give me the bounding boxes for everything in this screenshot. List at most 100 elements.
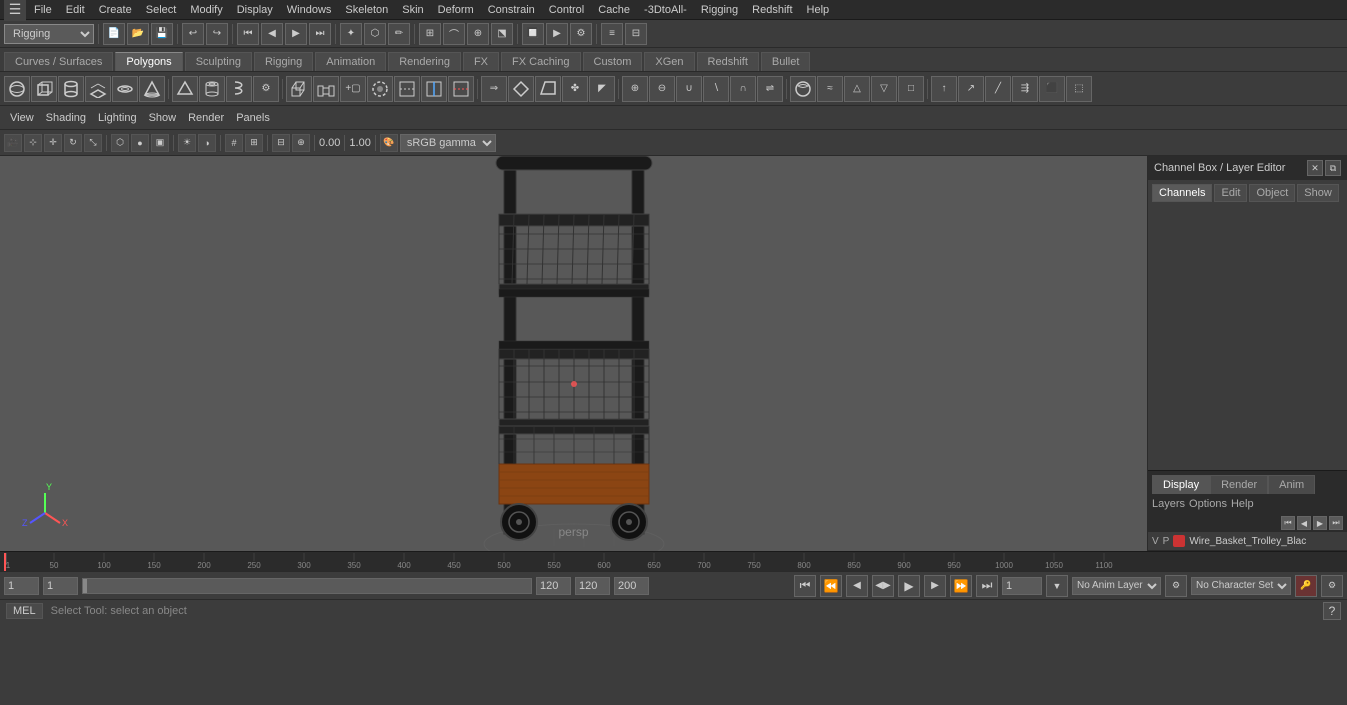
menu-create[interactable]: Create xyxy=(93,2,138,18)
vp-rotate-icon[interactable]: ↻ xyxy=(64,134,82,152)
combine-icon[interactable]: ⊕ xyxy=(622,76,648,102)
anim-prefs-icon[interactable]: ⚙ xyxy=(1321,575,1343,597)
bridge-icon[interactable] xyxy=(313,76,339,102)
poly-helix-icon[interactable] xyxy=(226,76,252,102)
3d-viewport[interactable]: Y X Z persp xyxy=(0,156,1147,551)
render-settings-icon[interactable]: ⚙ xyxy=(570,23,592,45)
rp-close-icon[interactable]: ✕ xyxy=(1307,160,1323,176)
layer-p[interactable]: P xyxy=(1163,536,1170,547)
rp-tab-edit[interactable]: Edit xyxy=(1214,184,1247,202)
poly-torus-icon[interactable] xyxy=(112,76,138,102)
rp-tab-channels[interactable]: Channels xyxy=(1152,184,1212,202)
vp-menu-panels[interactable]: Panels xyxy=(230,110,276,126)
extrude-icon[interactable] xyxy=(286,76,312,102)
layer-scroll-last[interactable]: ⏭ xyxy=(1329,516,1343,530)
layer-v[interactable]: V xyxy=(1152,536,1159,547)
vp-menu-view[interactable]: View xyxy=(4,110,40,126)
offset-icon[interactable]: ⬚ xyxy=(1066,76,1092,102)
range-end-input[interactable] xyxy=(575,577,610,595)
tab-rigging[interactable]: Rigging xyxy=(254,52,313,71)
poly-gear-icon[interactable]: ⚙ xyxy=(253,76,279,102)
char-set-select[interactable]: No Character Set xyxy=(1191,577,1291,595)
tab-polygons[interactable]: Polygons xyxy=(115,52,182,71)
layer-color-dot[interactable] xyxy=(1173,535,1185,547)
current-frame-input[interactable] xyxy=(43,577,78,595)
layer-tab-render[interactable]: Render xyxy=(1210,475,1268,494)
menu-skeleton[interactable]: Skeleton xyxy=(339,2,394,18)
vp-wireframe-icon[interactable]: ⬡ xyxy=(111,134,129,152)
anim-prev-icon[interactable]: ⏮ xyxy=(237,23,259,45)
undo-icon[interactable]: ↩ xyxy=(182,23,204,45)
menu-3dtoall[interactable]: -3DtoAll- xyxy=(638,2,693,18)
insert-edge-icon[interactable] xyxy=(421,76,447,102)
menu-deform[interactable]: Deform xyxy=(432,2,480,18)
transport-back-frame[interactable]: ◀ xyxy=(846,575,868,597)
smooth-mesh-icon[interactable] xyxy=(790,76,816,102)
transport-play[interactable]: ▶ xyxy=(898,575,920,597)
show-outliner-icon[interactable]: ⊟ xyxy=(625,23,647,45)
vp-texture-icon[interactable]: ▣ xyxy=(151,134,169,152)
mirror-icon[interactable]: ⇌ xyxy=(757,76,783,102)
vp-snap-grid-icon[interactable]: ⊟ xyxy=(272,134,290,152)
select-border-icon[interactable]: ⬛ xyxy=(1039,76,1065,102)
anim-back-icon[interactable]: ◀ xyxy=(261,23,283,45)
menu-edit[interactable]: Edit xyxy=(60,2,91,18)
delete-edge-icon[interactable] xyxy=(448,76,474,102)
bool-inter-icon[interactable]: ∩ xyxy=(730,76,756,102)
vp-smooth-icon[interactable]: ● xyxy=(131,134,149,152)
separate-icon[interactable]: ⊖ xyxy=(649,76,675,102)
anim-next-icon[interactable]: ⏭ xyxy=(309,23,331,45)
layer-options-help[interactable]: Help xyxy=(1231,498,1254,510)
tab-sculpting[interactable]: Sculpting xyxy=(185,52,252,71)
transport-prev[interactable]: ⏪ xyxy=(820,575,842,597)
poly-sphere-icon[interactable] xyxy=(4,76,30,102)
layer-options-layers[interactable]: Layers xyxy=(1152,498,1185,510)
reduce-icon[interactable]: △ xyxy=(844,76,870,102)
poly-cube-icon[interactable] xyxy=(31,76,57,102)
fill-hole-icon[interactable] xyxy=(367,76,393,102)
vp-snap-pt-icon[interactable]: ⊕ xyxy=(292,134,310,152)
chamfer-icon[interactable] xyxy=(508,76,534,102)
show-channels-icon[interactable]: ≡ xyxy=(601,23,623,45)
layer-name[interactable]: Wire_Basket_Trolley_Blac xyxy=(1189,536,1306,547)
menu-skin[interactable]: Skin xyxy=(396,2,429,18)
menu-help[interactable]: Help xyxy=(801,2,836,18)
status-help-icon[interactable]: ? xyxy=(1323,602,1341,620)
rp-float-icon[interactable]: ⧉ xyxy=(1325,160,1341,176)
ipr-icon[interactable]: ▶ xyxy=(546,23,568,45)
poly-platonic-icon[interactable] xyxy=(172,76,198,102)
transport-fwd-frame[interactable]: ▶ xyxy=(924,575,946,597)
merge-icon[interactable]: ⇒ xyxy=(481,76,507,102)
colorspace-selector[interactable]: sRGB gamma xyxy=(400,134,496,152)
crease-icon[interactable]: ╱ xyxy=(985,76,1011,102)
current-frame-display[interactable] xyxy=(1002,577,1042,595)
vertex-normal-icon[interactable]: ↑ xyxy=(931,76,957,102)
bool-diff-icon[interactable]: ∖ xyxy=(703,76,729,102)
vp-select-icon[interactable]: ⊹ xyxy=(24,134,42,152)
transport-next[interactable]: ⏩ xyxy=(950,575,972,597)
open-file-icon[interactable]: 📂 xyxy=(127,23,149,45)
timeline-ruler[interactable]: 1 50 100 150 200 250 300 350 400 450 500… xyxy=(0,551,1347,571)
tab-custom[interactable]: Custom xyxy=(583,52,643,71)
quad-icon[interactable]: □ xyxy=(898,76,924,102)
menu-file[interactable]: File xyxy=(28,2,58,18)
snap-curve-icon[interactable]: ⌒ xyxy=(443,23,465,45)
tab-fx-caching[interactable]: FX Caching xyxy=(501,52,580,71)
rp-tab-object[interactable]: Object xyxy=(1249,184,1295,202)
triangulate-icon[interactable]: ▽ xyxy=(871,76,897,102)
vp-shadow-icon[interactable]: ◑ xyxy=(198,134,216,152)
layer-scroll-first[interactable]: ⏮ xyxy=(1281,516,1295,530)
average-icon[interactable]: ≈ xyxy=(817,76,843,102)
range-bar[interactable] xyxy=(82,578,532,594)
total-frames-input[interactable] xyxy=(614,577,649,595)
menu-display[interactable]: Display xyxy=(231,2,279,18)
menu-windows[interactable]: Windows xyxy=(281,2,338,18)
paint-icon[interactable]: ✏ xyxy=(388,23,410,45)
menu-redshift[interactable]: Redshift xyxy=(746,2,798,18)
menu-icon[interactable]: ☰ xyxy=(4,0,26,21)
frame-start-input[interactable] xyxy=(4,577,39,595)
tab-curves-surfaces[interactable]: Curves / Surfaces xyxy=(4,52,113,71)
menu-rigging[interactable]: Rigging xyxy=(695,2,744,18)
transfer-icon[interactable]: ⇶ xyxy=(1012,76,1038,102)
anim-layer-select[interactable]: No Anim Layer xyxy=(1072,577,1161,595)
